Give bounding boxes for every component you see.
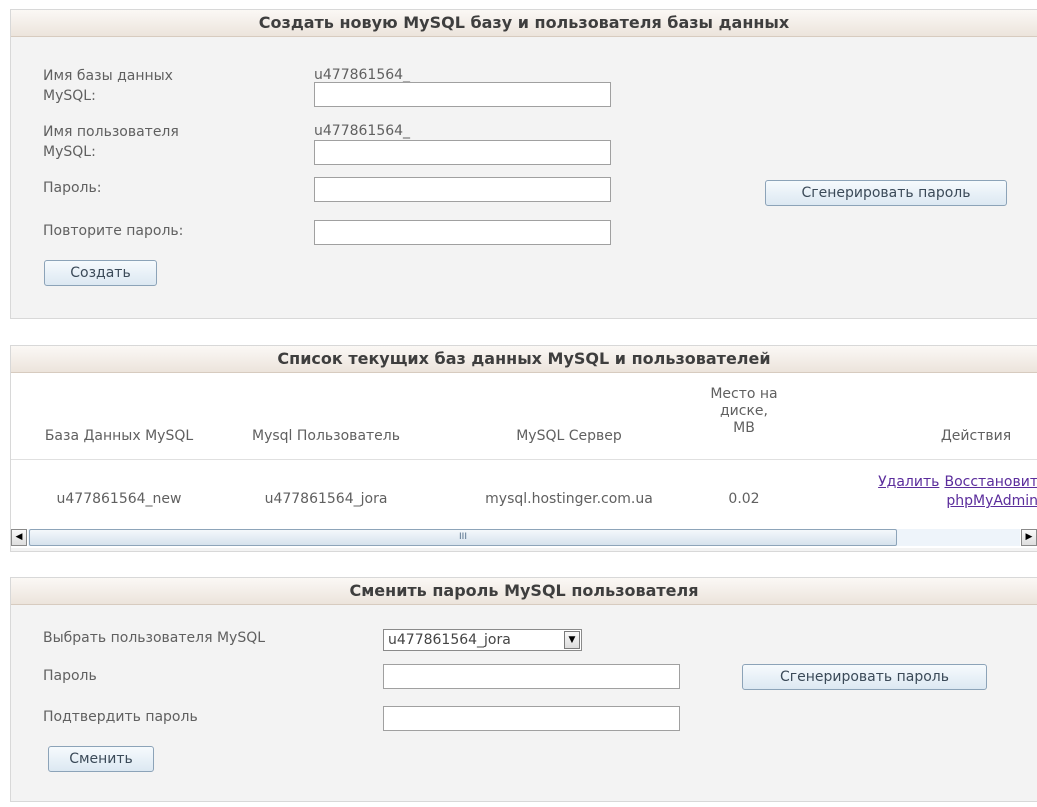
col-header-actions: Действия (940, 428, 1012, 444)
db-name-input[interactable] (314, 82, 611, 107)
change-button[interactable]: Сменить (48, 746, 154, 772)
repeat-password-input[interactable] (314, 220, 611, 245)
horizontal-scrollbar[interactable]: ◀ III ▶ (11, 528, 1037, 548)
delete-link[interactable]: Удалить (878, 474, 939, 490)
create-button[interactable]: Создать (44, 260, 157, 286)
restore-link[interactable]: Восстановит (944, 474, 1037, 490)
user-name-input[interactable] (314, 140, 611, 165)
change-password-panel: Сменить пароль MySQL пользователя Выбрат… (10, 577, 1037, 802)
chevron-down-icon[interactable]: ▼ (564, 631, 580, 649)
row-database: u477861564_new (56, 491, 182, 507)
change-generate-password-button[interactable]: Сгенерировать пароль (742, 664, 987, 690)
password-label: Пароль: (43, 180, 102, 196)
user-select[interactable]: u477861564_jora ▼ (383, 629, 582, 651)
confirm-password-label: Подтвердить пароль (43, 709, 198, 725)
change-password-input[interactable] (383, 664, 680, 689)
db-name-label: Имя базы данных MySQL: (43, 68, 173, 104)
user-name-label: Имя пользователя MySQL: (43, 124, 179, 160)
user-name-prefix: u477861564_ (314, 123, 411, 139)
create-db-title: Создать новую MySQL базу и пользователя … (11, 10, 1037, 37)
password-input[interactable] (314, 177, 611, 202)
scroll-left-arrow-icon[interactable]: ◀ (11, 529, 27, 546)
table-row: u477861564_new u477861564_jora mysql.hos… (11, 459, 1037, 526)
scroll-right-arrow-icon[interactable]: ▶ (1021, 529, 1037, 546)
row-disk: 0.02 (728, 491, 760, 507)
create-db-panel: Создать новую MySQL базу и пользователя … (10, 9, 1037, 319)
col-header-server: MySQL Сервер (516, 428, 622, 444)
confirm-password-input[interactable] (383, 706, 680, 731)
col-header-user: Mysql Пользователь (252, 428, 400, 444)
generate-password-button[interactable]: Сгенерировать пароль (765, 180, 1007, 206)
row-user: u477861564_jora (264, 491, 388, 507)
user-select-value: u477861564_jora (388, 632, 511, 648)
row-actions: Удалить Восстановит phpMyAdmin (829, 472, 1037, 516)
col-header-database: База Данных MySQL (44, 428, 194, 444)
row-server: mysql.hostinger.com.ua (485, 491, 653, 507)
scrollbar-thumb[interactable]: III (29, 529, 897, 546)
db-list-panel: Список текущих баз данных MySQL и пользо… (10, 345, 1037, 552)
select-user-label: Выбрать пользователя MySQL (43, 630, 266, 646)
db-list-title: Список текущих баз данных MySQL и пользо… (11, 346, 1037, 373)
phpmyadmin-link[interactable]: phpMyAdmin (946, 493, 1037, 509)
db-table: База Данных MySQL Mysql Пользователь MyS… (11, 373, 1037, 528)
repeat-password-label: Повторите пароль: (43, 223, 184, 239)
change-password-title: Сменить пароль MySQL пользователя (11, 578, 1037, 605)
col-header-disk: Место на диске, MB (710, 386, 778, 436)
change-password-label: Пароль (43, 668, 97, 684)
